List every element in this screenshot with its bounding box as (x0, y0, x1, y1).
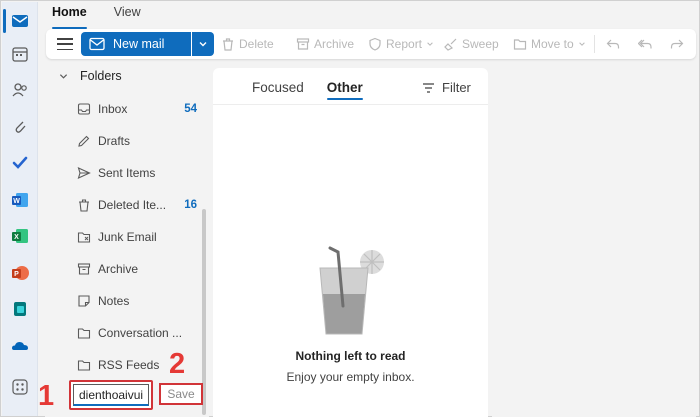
archive-icon (296, 38, 310, 50)
archive-label: Archive (314, 37, 355, 51)
sweep-button[interactable]: Sweep (444, 36, 499, 52)
move-to-label: Move to (531, 37, 574, 51)
broom-icon (444, 38, 457, 51)
filter-button[interactable]: Filter (422, 80, 471, 95)
message-list-pane: Focused Other Filter Nothing left to rea… (213, 68, 488, 417)
tab-view[interactable]: View (114, 5, 141, 25)
archive-button[interactable]: Archive (296, 36, 354, 52)
new-folder-name-input[interactable] (73, 384, 149, 406)
tab-home[interactable]: Home (52, 5, 87, 29)
trash-icon (223, 38, 233, 51)
folder-item-sent[interactable]: Sent Items (77, 163, 197, 183)
folder-label: Sent Items (98, 166, 156, 180)
folder-label: Archive (98, 262, 139, 276)
chevron-down-icon (578, 42, 585, 46)
folder-label: Junk Email (98, 230, 157, 244)
save-folder-button[interactable]: Save (159, 383, 203, 405)
sweep-label: Sweep (462, 37, 499, 51)
bookings-icon[interactable] (10, 299, 30, 319)
new-mail-label: New mail (113, 37, 165, 51)
delete-label: Delete (239, 37, 274, 51)
people-icon[interactable] (10, 80, 30, 100)
more-apps-icon[interactable] (10, 377, 30, 397)
forward-button[interactable] (670, 36, 684, 52)
mail-icon[interactable] (3, 9, 30, 33)
folder-item-conversation-history[interactable]: Conversation ... (77, 323, 197, 343)
reply-icon (606, 39, 620, 49)
filter-label: Filter (442, 80, 471, 95)
tab-focused[interactable]: Focused (252, 80, 304, 95)
trash-icon (79, 199, 89, 212)
chevron-down-icon (199, 42, 207, 47)
folder-item-inbox[interactable]: Inbox 54 (77, 99, 197, 119)
forward-icon (670, 39, 684, 49)
toolbar-divider (594, 35, 595, 53)
folder-label: Inbox (98, 102, 128, 116)
folders-header[interactable]: Folders (59, 69, 122, 83)
reply-button[interactable] (606, 36, 620, 52)
junk-icon (77, 232, 91, 243)
unread-count: 16 (184, 199, 197, 211)
toolbar: New mail Delete Archive Report Sweep Mov… (46, 29, 696, 59)
word-icon[interactable]: W (10, 190, 30, 210)
new-folder-input-highlight (69, 380, 153, 410)
excel-icon[interactable]: X (10, 226, 30, 246)
step-number-1: 1 (38, 380, 55, 412)
onedrive-icon[interactable] (10, 336, 30, 356)
hamburger-menu-icon[interactable] (56, 36, 74, 52)
reply-all-button[interactable] (638, 36, 652, 52)
archive-icon (77, 263, 91, 275)
outlook-window: W X P Home View New mail Delete Archive … (0, 0, 700, 417)
new-mail-button[interactable]: New mail (81, 32, 191, 56)
svg-text:P: P (14, 271, 19, 278)
attachment-icon[interactable] (10, 117, 30, 137)
tab-other[interactable]: Other (326, 80, 363, 100)
ribbon-tabs: Home View (52, 5, 141, 29)
folder-label: Drafts (98, 134, 131, 148)
sent-icon (77, 166, 91, 180)
drafts-icon (78, 135, 90, 147)
folder-icon (77, 360, 91, 371)
reply-all-icon (638, 39, 652, 49)
empty-glass-illustration-icon (319, 246, 384, 335)
inbox-tabs: Focused Other (252, 80, 363, 100)
folder-label: Conversation ... (98, 326, 183, 340)
calendar-icon[interactable] (10, 44, 30, 64)
folder-item-junk[interactable]: Junk Email (77, 227, 197, 247)
svg-text:W: W (13, 198, 20, 205)
envelope-icon (89, 37, 105, 51)
folder-item-deleted[interactable]: Deleted Ite... 16 (77, 195, 197, 215)
divider (213, 104, 488, 105)
report-button[interactable]: Report (368, 36, 434, 52)
notes-icon (78, 295, 90, 307)
unread-count: 54 (184, 103, 197, 115)
folder-icon (77, 328, 91, 339)
chevron-down-icon (427, 42, 433, 46)
empty-state-title: Nothing left to read (295, 349, 406, 363)
empty-state-subtitle: Enjoy your empty inbox. (286, 370, 415, 384)
app-rail: W X P (2, 2, 38, 416)
filter-icon (423, 82, 434, 93)
powerpoint-icon[interactable]: P (10, 263, 30, 283)
folder-move-icon (513, 39, 527, 50)
inbox-icon (77, 103, 91, 115)
chevron-down-icon (59, 73, 68, 79)
shield-icon (369, 37, 381, 51)
folders-header-label: Folders (80, 69, 122, 83)
new-mail-dropdown[interactable] (192, 32, 214, 56)
folder-item-notes[interactable]: Notes (77, 291, 197, 311)
folder-label: Deleted Ite... (98, 198, 167, 212)
step-number-2: 2 (169, 348, 186, 380)
reading-pane (492, 68, 696, 417)
svg-text:X: X (14, 234, 19, 241)
delete-button[interactable]: Delete (221, 36, 274, 52)
folder-item-archive[interactable]: Archive (77, 259, 197, 279)
todo-icon[interactable] (10, 153, 30, 173)
folder-item-drafts[interactable]: Drafts (77, 131, 197, 151)
report-label: Report (386, 37, 423, 51)
move-to-button[interactable]: Move to (513, 36, 586, 52)
folder-label: Notes (98, 294, 130, 308)
